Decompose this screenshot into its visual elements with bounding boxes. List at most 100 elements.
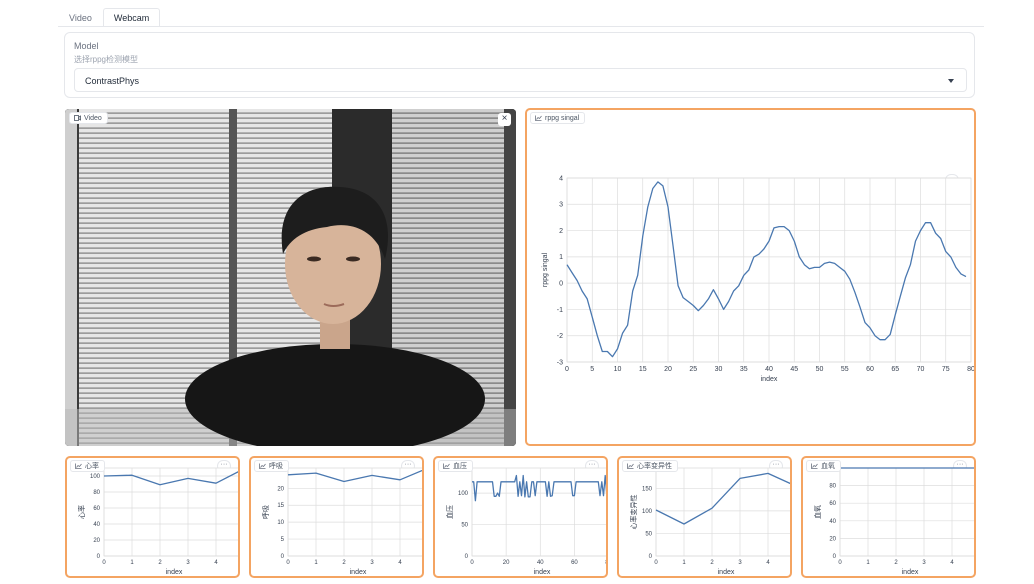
model-selector-block: Model 选择rppg检测模型 ContrastPhys (64, 32, 975, 98)
y-axis-label: 血压 (445, 505, 454, 519)
x-tick-label: 10 (614, 366, 622, 373)
plot-label-2: 呼吸 (254, 460, 289, 472)
plot-label-text: rppg singal (545, 114, 580, 122)
webcam-frame (65, 109, 516, 446)
plot-label-text: 心率变异性 (637, 463, 672, 470)
y-tick-label: 0 (97, 554, 101, 560)
y-tick-label: 100 (90, 474, 101, 480)
y-tick-label: 4 (559, 175, 563, 182)
x-tick-label: 15 (639, 366, 647, 373)
y-tick-label: 10 (277, 520, 284, 526)
x-tick-label: 0 (654, 560, 658, 566)
y-tick-label: 20 (829, 536, 836, 542)
y-tick-label: 60 (93, 506, 100, 512)
x-tick-label: 1 (314, 560, 318, 566)
x-axis-label: index (902, 569, 919, 576)
y-tick-label: -2 (557, 333, 563, 340)
line-chart-icon (627, 463, 634, 469)
y-tick-label: 0 (833, 554, 837, 560)
x-tick-label: 4 (950, 560, 954, 566)
y-tick-label: 0 (465, 554, 469, 560)
y-tick-label: 20 (93, 538, 100, 544)
tab-webcam[interactable]: Webcam (102, 8, 161, 26)
x-tick-label: 40 (765, 366, 773, 373)
y-axis-label: 心率变异性 (629, 495, 638, 530)
x-tick-label: 2 (894, 560, 898, 566)
y-tick-label: 0 (281, 554, 285, 560)
x-tick-label: 30 (715, 366, 723, 373)
model-label: Model (74, 41, 99, 51)
y-axis-label: 心率 (77, 505, 86, 519)
plot-area (839, 467, 974, 557)
heart-rate-plot: 心率···012345020406080100index心率 (65, 456, 240, 578)
x-axis-label: index (350, 569, 367, 576)
hrv-plot: 心率变异性···012345050100150index心率变异性 (617, 456, 792, 578)
y-tick-label: 50 (645, 531, 652, 537)
x-tick-label: 2 (710, 560, 714, 566)
y-tick-label: 40 (93, 522, 100, 528)
x-tick-label: 50 (816, 366, 824, 373)
y-tick-label: 0 (559, 280, 563, 287)
chart-svg: 012345020406080index血氧 (813, 467, 974, 576)
y-tick-label: 80 (829, 484, 836, 490)
y-tick-label: 20 (277, 486, 284, 492)
model-info: 选择rppg检测模型 (74, 55, 139, 64)
y-tick-label: 80 (93, 490, 100, 496)
x-tick-label: 45 (790, 366, 798, 373)
plot-label-text: 心率 (85, 463, 99, 470)
plot-area (287, 467, 422, 557)
y-axis-label: 呼吸 (261, 505, 270, 519)
plot-area (103, 467, 238, 557)
x-tick-label: 4 (398, 560, 402, 566)
x-tick-label: 0 (102, 560, 106, 566)
x-tick-label: 3 (370, 560, 374, 566)
y-tick-label: 5 (281, 537, 285, 543)
x-tick-label: 1 (130, 560, 134, 566)
x-tick-label: 3 (922, 560, 926, 566)
plot-label-4: 心率变异性 (622, 460, 678, 472)
plot-label-5: 血氧 (806, 460, 841, 472)
line-chart-icon (75, 463, 82, 469)
plot-label-text: 血压 (453, 463, 467, 470)
plot-area (655, 467, 790, 557)
plot-label-0: rppg singal (530, 112, 586, 124)
x-tick-label: 0 (565, 366, 569, 373)
y-tick-label: -3 (557, 359, 563, 366)
x-tick-label: 75 (942, 366, 950, 373)
x-tick-label: 40 (537, 560, 544, 566)
y-tick-label: 15 (277, 503, 284, 509)
x-tick-label: 80 (605, 560, 606, 566)
x-tick-label: 25 (689, 366, 697, 373)
y-axis-label: rppg singal (542, 252, 549, 287)
chevron-down-icon[interactable] (948, 79, 954, 83)
y-axis-label: 血氧 (813, 505, 822, 519)
x-tick-label: 20 (503, 560, 510, 566)
model-dropdown-value: ContrastPhys (85, 76, 140, 86)
x-tick-label: 80 (967, 366, 974, 373)
model-dropdown[interactable]: ContrastPhys (74, 68, 967, 92)
line-chart-icon (811, 463, 818, 469)
x-tick-label: 1 (682, 560, 686, 566)
chart-svg: 01234505101520index呼吸 (261, 467, 422, 576)
x-axis-label: index (761, 376, 778, 383)
y-tick-label: 60 (829, 501, 836, 507)
y-tick-label: 150 (642, 486, 653, 492)
video-label: Video (69, 112, 108, 124)
line-chart-icon (443, 463, 450, 469)
spo2-plot: 血氧···012345020406080index血氧 (801, 456, 976, 578)
y-tick-label: 50 (461, 523, 468, 529)
plot-label-1: 心率 (70, 460, 105, 472)
x-tick-label: 0 (470, 560, 474, 566)
tab-video[interactable]: Video (58, 8, 103, 26)
webcam-video: Video × (65, 109, 516, 446)
chart-svg: 012345050100150index心率变异性 (629, 467, 790, 576)
y-tick-label: 100 (642, 509, 653, 515)
x-tick-label: 0 (286, 560, 290, 566)
close-button[interactable]: × (498, 113, 511, 126)
y-tick-label: 2 (559, 228, 563, 235)
respiration-plot: 呼吸···01234505101520index呼吸 (249, 456, 424, 578)
x-tick-label: 1 (866, 560, 870, 566)
x-tick-label: 2 (342, 560, 346, 566)
rppg-signal-plot: rppg singal···05101520253035404550556065… (525, 108, 976, 446)
x-tick-label: 2 (158, 560, 162, 566)
